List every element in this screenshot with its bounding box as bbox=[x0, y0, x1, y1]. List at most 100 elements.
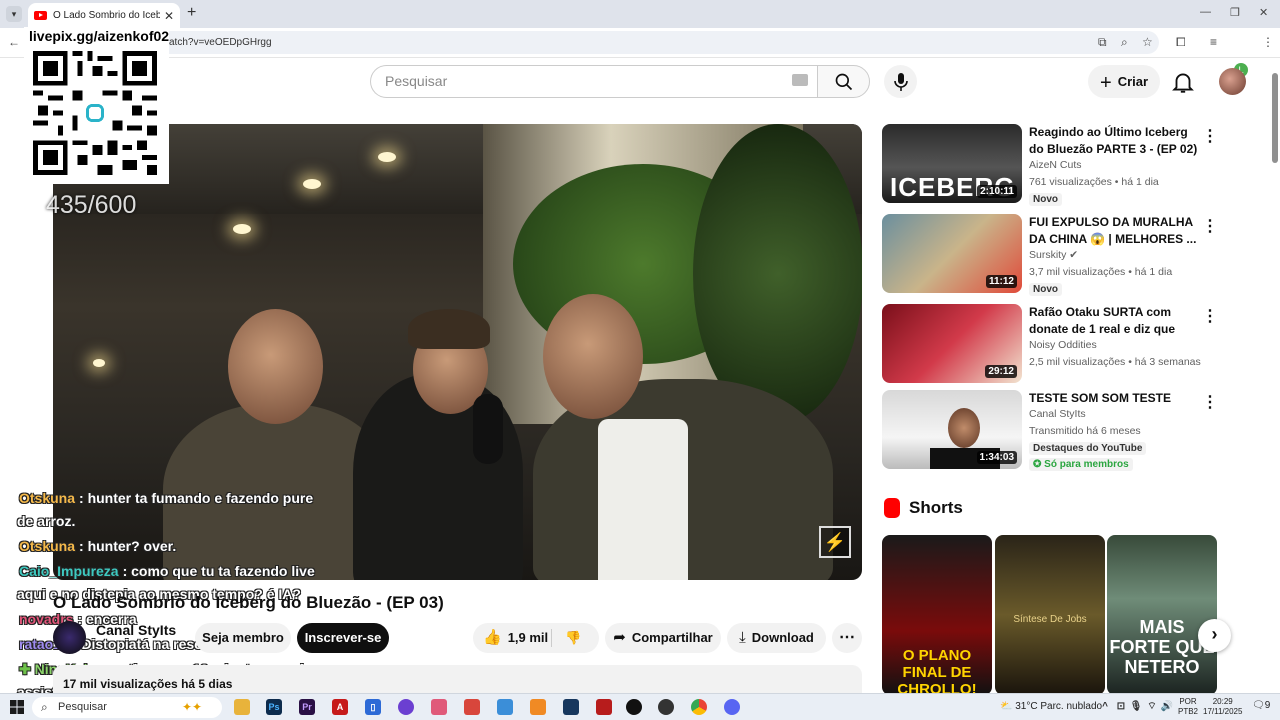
close-tab-icon[interactable]: ✕ bbox=[164, 9, 174, 23]
wifi-icon[interactable]: ⌔ bbox=[1144, 699, 1160, 715]
browser-tab-active[interactable]: O Lado Sombrio do Iceberg do ✕ bbox=[28, 3, 180, 28]
notepad-icon[interactable]: ▯ bbox=[365, 699, 381, 715]
notifications-tray[interactable]: 🗨9 bbox=[1252, 700, 1270, 711]
more-vertical-icon[interactable]: ⋮ bbox=[1202, 126, 1218, 146]
steam-icon[interactable] bbox=[563, 699, 579, 715]
more-actions-button[interactable]: ⋯ bbox=[832, 623, 862, 653]
keyboard-layout: PTB2 bbox=[1178, 707, 1199, 716]
back-icon[interactable]: ← bbox=[8, 35, 20, 49]
channel-avatar[interactable] bbox=[53, 621, 86, 654]
extensions-icon[interactable]: ⧠ bbox=[1176, 35, 1186, 50]
thumbs-up-icon: 👍 bbox=[483, 629, 502, 646]
recommended-channel[interactable]: Noisy Oddities bbox=[1029, 339, 1097, 351]
recommended-channel[interactable]: Canal StyIts bbox=[1029, 408, 1086, 420]
channel-name[interactable]: Canal StyIts bbox=[96, 622, 176, 638]
app-icon[interactable] bbox=[530, 699, 546, 715]
video-player[interactable]: ⚡ bbox=[53, 124, 862, 580]
recommended-title[interactable]: Rafão Otaku SURTA com donate de 1 real e… bbox=[1029, 304, 1204, 338]
chrome-icon[interactable] bbox=[691, 699, 707, 715]
keyboard-icon[interactable] bbox=[792, 74, 808, 86]
reading-list-icon[interactable]: ≡ bbox=[1210, 35, 1217, 49]
app-icon[interactable] bbox=[398, 699, 414, 715]
short-item[interactable]: Síntese De Jobs bbox=[995, 535, 1105, 695]
browser-tab-bar: ▾ O Lado Sombrio do Iceberg do ✕ + — ❐ ✕ bbox=[0, 0, 1280, 28]
file-explorer-icon[interactable] bbox=[234, 699, 250, 715]
shorts-heading: Shorts bbox=[909, 498, 963, 517]
acrobat-icon[interactable]: A bbox=[332, 699, 348, 715]
recommended-video[interactable]: 1:34:03 TESTE SOM SOM TESTE Canal StyIts Tr… bbox=[882, 390, 1218, 471]
voice-search-button[interactable] bbox=[884, 65, 917, 98]
premiere-icon[interactable]: Pr bbox=[299, 699, 315, 715]
short-item[interactable]: MAIS FORTE QUE NETERO bbox=[1107, 535, 1217, 695]
app-icon[interactable] bbox=[658, 699, 674, 715]
tab-search-button[interactable]: ▾ bbox=[6, 6, 22, 22]
recommended-title[interactable]: TESTE SOM SOM TESTE bbox=[1029, 390, 1204, 407]
cast-icon[interactable]: ⧉ bbox=[1098, 35, 1107, 50]
app-icon[interactable] bbox=[431, 699, 447, 715]
join-button[interactable]: Seja membro bbox=[195, 623, 291, 653]
windows-start-icon[interactable] bbox=[10, 700, 24, 714]
download-icon: ⤓ bbox=[739, 629, 746, 646]
recommended-video[interactable]: 11:12 FUI EXPULSO DA MURALHA DA CHINA 😱 |… bbox=[882, 214, 1218, 296]
subscribe-button[interactable]: Inscrever-se bbox=[297, 623, 389, 653]
minimize-button[interactable]: — bbox=[1200, 6, 1211, 18]
user-avatar[interactable] bbox=[1219, 68, 1246, 95]
weather-widget[interactable]: ⛅ 31°C Parc. nublado bbox=[1000, 701, 1102, 712]
more-vertical-icon[interactable]: ⋮ bbox=[1202, 306, 1218, 326]
video-thumbnail[interactable]: 29:12 bbox=[882, 304, 1022, 383]
app-icon[interactable] bbox=[596, 699, 612, 715]
more-vertical-icon[interactable]: ⋮ bbox=[1202, 216, 1218, 236]
notifications-button[interactable] bbox=[1170, 69, 1196, 95]
like-dislike-group: 👍 1,9 mil 👎 bbox=[473, 623, 599, 653]
create-button[interactable]: + Criar bbox=[1088, 65, 1160, 98]
share-label: Compartilhar bbox=[631, 630, 713, 645]
bookmark-star-icon[interactable]: ☆ bbox=[1142, 35, 1153, 49]
zoom-icon[interactable]: ⌕ bbox=[1121, 35, 1128, 50]
search-input[interactable]: Pesquisar bbox=[370, 65, 818, 98]
app-icon[interactable] bbox=[464, 699, 480, 715]
video-scene-shirt bbox=[598, 419, 688, 580]
video-thumbnail[interactable]: 11:12 bbox=[882, 214, 1022, 293]
input-language[interactable]: POR PTB2 bbox=[1178, 697, 1198, 717]
close-window-button[interactable]: ✕ bbox=[1259, 6, 1268, 19]
video-thumbnail[interactable]: 1:34:03 bbox=[882, 390, 1022, 469]
new-tab-button[interactable]: + bbox=[187, 4, 196, 22]
video-thumbnail[interactable]: ICEBERG 2:10:11 bbox=[882, 124, 1022, 203]
recommended-video[interactable]: ICEBERG 2:10:11 Reagindo ao Último Iceberg… bbox=[882, 124, 1218, 206]
bell-icon bbox=[1172, 73, 1194, 93]
tray-chevron-up-icon[interactable]: ^ bbox=[1097, 699, 1113, 715]
browser-menu-icon[interactable]: ⋮ bbox=[1262, 35, 1274, 49]
microphone-tray-icon[interactable]: 🎙 bbox=[1128, 699, 1144, 715]
volume-icon[interactable]: 🔊 bbox=[1159, 699, 1175, 715]
download-button[interactable]: ⤓ Download bbox=[727, 623, 826, 653]
share-button[interactable]: ➦ Compartilhar bbox=[605, 623, 721, 653]
recommended-title[interactable]: FUI EXPULSO DA MURALHA DA CHINA 😱 | MELH… bbox=[1029, 214, 1204, 248]
taskbar-search-input[interactable]: ⌕ Pesquisar ✦✦ bbox=[32, 697, 222, 718]
shorts-next-button[interactable]: › bbox=[1198, 619, 1231, 652]
recommended-video[interactable]: 29:12 Rafão Otaku SURTA com donate de 1 r… bbox=[882, 304, 1218, 384]
app-icon[interactable] bbox=[497, 699, 513, 715]
discord-icon[interactable] bbox=[724, 699, 740, 715]
dislike-button[interactable]: 👎 bbox=[565, 623, 581, 653]
maximize-button[interactable]: ❐ bbox=[1230, 6, 1240, 19]
recommended-channel[interactable]: AizeN Cuts bbox=[1029, 159, 1082, 171]
video-duration: 2:10:11 bbox=[977, 185, 1017, 198]
photoshop-icon[interactable]: Ps bbox=[266, 699, 282, 715]
lightning-icon[interactable]: ⚡ bbox=[819, 526, 851, 558]
address-bar-row: ← atch?v=veOEDpGHrgg ⧉ ⌕ ☆ ⧠ ≡ L ⋮ bbox=[0, 28, 1280, 77]
search-button[interactable] bbox=[817, 65, 870, 98]
like-button[interactable]: 👍 1,9 mil bbox=[483, 629, 548, 646]
recommended-channel[interactable]: Surskity ✔ bbox=[1029, 249, 1078, 261]
more-vertical-icon[interactable]: ⋮ bbox=[1202, 392, 1218, 412]
share-icon: ➦ bbox=[613, 629, 626, 646]
short-item[interactable]: O PLANO FINAL DE CHROLLO! bbox=[882, 535, 992, 695]
url-field[interactable]: atch?v=veOEDpGHrgg bbox=[24, 31, 1159, 54]
obs-icon[interactable] bbox=[626, 699, 642, 715]
recommended-meta: 2,5 mil visualizações • há 3 semanas bbox=[1029, 356, 1201, 368]
system-clock[interactable]: 20:29 17/11/2025 bbox=[1203, 697, 1242, 717]
recommended-title[interactable]: Reagindo ao Último Iceberg do Bluezão PA… bbox=[1029, 124, 1204, 158]
page-scrollbar[interactable] bbox=[1272, 73, 1278, 163]
video-duration: 11:12 bbox=[985, 275, 1017, 288]
chat-text: : hunter ta fumando e fazendo pure bbox=[79, 490, 314, 506]
tray-app-icon[interactable]: ⊡ bbox=[1113, 699, 1129, 715]
